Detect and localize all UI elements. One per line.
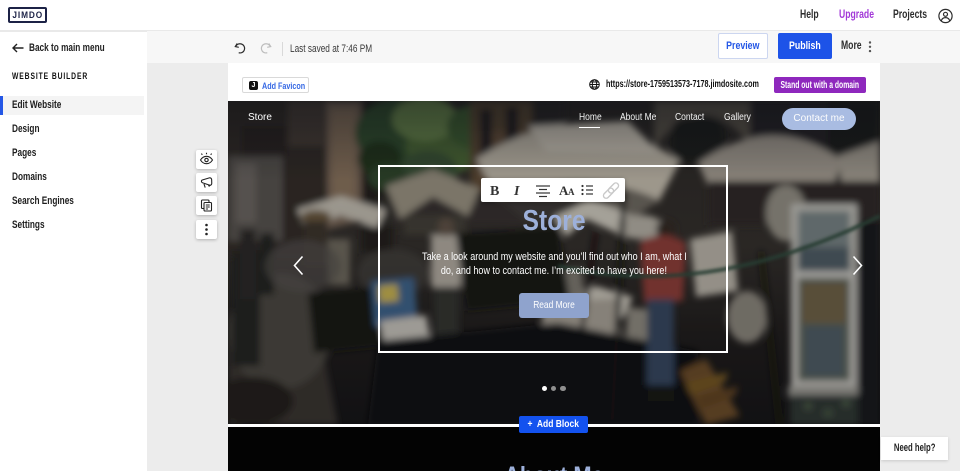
svg-text:I: I — [513, 184, 520, 199]
svg-text:B: B — [490, 184, 499, 199]
svg-text:A: A — [568, 187, 575, 197]
